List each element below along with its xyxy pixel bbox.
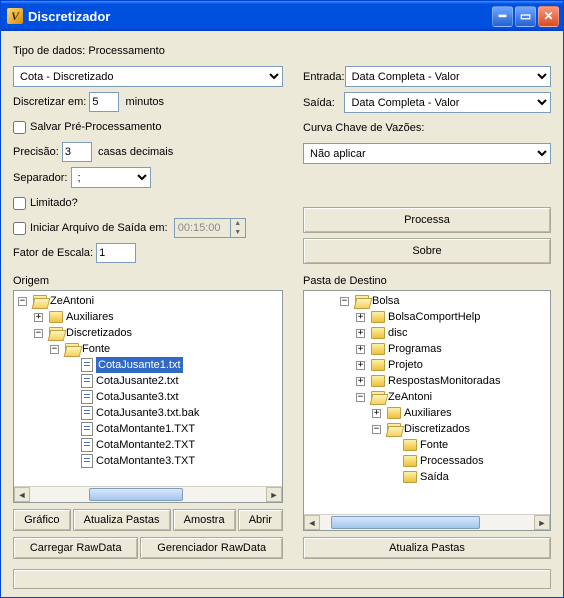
grafico-button[interactable]: Gráfico (13, 509, 71, 531)
salvar-pre-checkbox[interactable] (13, 121, 26, 134)
origem-hscrollbar[interactable]: ◄► (14, 486, 282, 502)
destino-title: Pasta de Destino (303, 275, 551, 287)
close-button[interactable]: ✕ (538, 6, 559, 27)
folder-icon (403, 455, 417, 467)
status-bar (13, 569, 551, 589)
separador-select[interactable]: ; (71, 167, 151, 188)
file-icon (81, 374, 93, 388)
tree-file-item[interactable]: CotaJusante1.txt (66, 357, 280, 373)
folder-icon (49, 311, 63, 323)
entrada-select[interactable]: Data Completa - Valor (345, 66, 551, 87)
atualiza-pastas-origem-button[interactable]: Atualiza Pastas (73, 509, 171, 531)
folder-open-icon (387, 423, 401, 435)
folder-icon (387, 407, 401, 419)
destino-hscrollbar[interactable]: ◄► (304, 514, 550, 530)
iniciar-checkbox[interactable] (13, 222, 26, 235)
app-icon: V (7, 8, 23, 24)
precisao-label: Precisão: (13, 146, 59, 158)
iniciar-label: Iniciar Arquivo de Saída em: (30, 222, 168, 234)
minimize-button[interactable]: ━ (492, 6, 513, 27)
atualiza-pastas-destino-button[interactable]: Atualiza Pastas (303, 537, 551, 559)
destino-tree[interactable]: −Bolsa +BolsaComportHelp +disc +Programa… (303, 290, 551, 531)
salvar-pre-label: Salvar Pré-Processamento (30, 121, 161, 133)
tree-file-item[interactable]: CotaMontante1.TXT (66, 421, 280, 437)
carregar-rawdata-button[interactable]: Carregar RawData (13, 537, 138, 559)
tipo-dados-select[interactable]: Cota - Discretizado (13, 66, 283, 87)
limitado-label: Limitado? (30, 197, 78, 209)
maximize-button[interactable]: ▭ (515, 6, 536, 27)
curva-label: Curva Chave de Vazões: (303, 122, 424, 134)
file-icon (81, 454, 93, 468)
saida-label: Saída: (303, 97, 344, 109)
folder-open-icon (49, 327, 63, 339)
amostra-button[interactable]: Amostra (173, 509, 236, 531)
tree-file-item[interactable]: CotaJusante3.txt.bak (66, 405, 280, 421)
file-icon (81, 358, 93, 372)
origem-title: Origem (13, 275, 283, 287)
precisao-unit: casas decimais (98, 146, 173, 158)
discretizar-unit: minutos (126, 96, 165, 108)
iniciar-time-input (174, 218, 230, 238)
fator-label: Fator de Escala: (13, 247, 93, 259)
window-title: Discretizador (28, 9, 492, 24)
discretizar-label: Discretizar em: (13, 96, 86, 108)
tree-file-item[interactable]: CotaJusante2.txt (66, 373, 280, 389)
file-icon (81, 406, 93, 420)
sobre-button[interactable]: Sobre (303, 238, 551, 264)
tree-file-item[interactable]: CotaJusante3.txt (66, 389, 280, 405)
folder-open-icon (355, 295, 369, 307)
discretizar-input[interactable] (89, 92, 119, 112)
folder-open-icon (371, 391, 385, 403)
limitado-checkbox[interactable] (13, 197, 26, 210)
entrada-label: Entrada: (303, 71, 345, 83)
origem-tree[interactable]: −ZeAntoni +Auxiliares −Discretizados −Fo… (13, 290, 283, 503)
separador-label: Separador: (13, 172, 67, 184)
gerenciador-rawdata-button[interactable]: Gerenciador RawData (140, 537, 283, 559)
tree-file-item[interactable]: CotaMontante2.TXT (66, 437, 280, 453)
curva-select[interactable]: Não aplicar (303, 143, 551, 164)
file-icon (81, 390, 93, 404)
folder-icon (371, 327, 385, 339)
iniciar-time-spinner[interactable]: ▲▼ (174, 218, 246, 238)
tree-file-item[interactable]: CotaMontante3.TXT (66, 453, 280, 469)
folder-icon (371, 343, 385, 355)
abrir-button[interactable]: Abrir (238, 509, 283, 531)
precisao-input[interactable] (62, 142, 92, 162)
fator-input[interactable] (96, 243, 136, 263)
tipo-dados-label: Tipo de dados: Processamento (13, 45, 165, 57)
title-bar: V Discretizador ━ ▭ ✕ (1, 1, 563, 31)
folder-icon (371, 359, 385, 371)
folder-open-icon (65, 343, 79, 355)
folder-icon (403, 471, 417, 483)
folder-open-icon (33, 295, 47, 307)
saida-select[interactable]: Data Completa - Valor (344, 92, 551, 113)
processa-button[interactable]: Processa (303, 207, 551, 233)
file-icon (81, 422, 93, 436)
folder-icon (371, 311, 385, 323)
folder-icon (371, 375, 385, 387)
file-icon (81, 438, 93, 452)
folder-icon (403, 439, 417, 451)
